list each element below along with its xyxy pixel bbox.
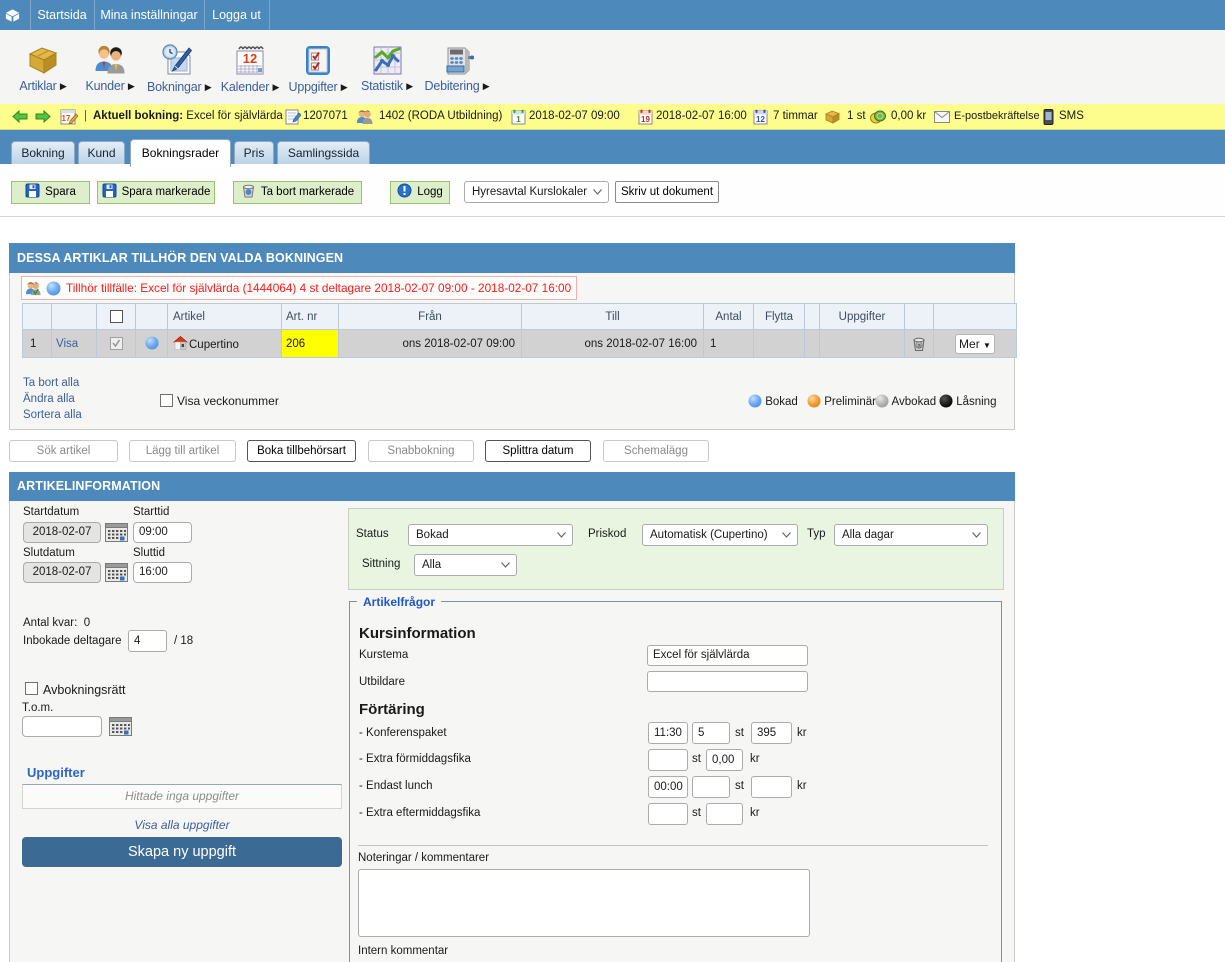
svg-text:19: 19 [641,115,650,124]
svg-text:1: 1 [516,115,521,124]
svg-text:12: 12 [243,51,257,66]
svg-text:12: 12 [756,115,765,124]
svg-text:a: a [917,342,921,349]
